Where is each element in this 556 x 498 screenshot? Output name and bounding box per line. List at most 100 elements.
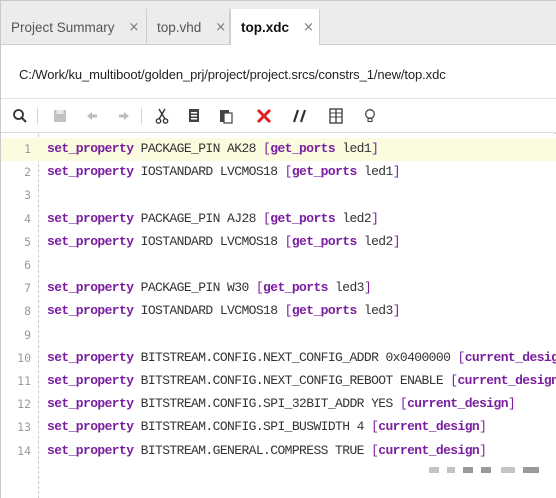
tab-label: top.vhd (157, 19, 202, 35)
tcl-command: get_ports (263, 280, 328, 296)
tab-top-vhd[interactable]: top.vhd × (147, 9, 230, 45)
code-text: set_property BITSTREAM.CONFIG.SPI_BUSWID… (47, 419, 487, 435)
code-text: set_property IOSTANDARD LVCMOS18 [get_po… (47, 233, 401, 249)
keyword: set_property (47, 373, 134, 388)
code-line[interactable]: 4 set_property PACKAGE_PIN AJ28 [get_port… (1, 208, 556, 231)
code-text: set_property PACKAGE_PIN W30 [get_ports … (47, 280, 372, 296)
close-icon[interactable]: × (215, 20, 226, 35)
bracket-close: ] (479, 442, 487, 458)
keyword: set_property (47, 210, 134, 226)
line-number: 14 (17, 443, 31, 458)
editor-window: Project Summary × top.vhd × top.xdc × C:… (0, 0, 556, 498)
code-args: BITSTREAM.CONFIG.SPI_32BIT_ADDR YES (133, 396, 400, 412)
line-number: 6 (24, 258, 31, 272)
line-number: 12 (17, 397, 31, 412)
command-arg: led3 (356, 303, 393, 319)
command-arg: led1 (335, 141, 372, 156)
bracket-close: ] (392, 164, 401, 180)
code-line[interactable]: 8 set_property IOSTANDARD LVCMOS18 [get_p… (1, 300, 556, 323)
code-args: IOSTANDARD LVCMOS18 (133, 233, 285, 249)
tcl-command: current_design (378, 419, 480, 435)
close-icon[interactable]: × (129, 20, 140, 35)
bracket-close: ] (479, 419, 487, 435)
code-text: set_property IOSTANDARD LVCMOS18 [get_po… (47, 164, 401, 180)
redo-icon[interactable] (113, 105, 135, 127)
bracket-close: ] (363, 280, 372, 296)
code-args: BITSTREAM.CONFIG.NEXT_CONFIG_REBOOT ENAB… (133, 373, 451, 388)
keyword: set_property (47, 141, 134, 156)
file-path: C:/Work/ku_multiboot/golden_prj/project/… (19, 67, 446, 82)
code-line[interactable]: 1 set_property PACKAGE_PIN AK28 [get_port… (1, 138, 556, 161)
code-text: set_property BITSTREAM.CONFIG.NEXT_CONFI… (47, 350, 556, 365)
keyword: set_property (47, 442, 134, 458)
tcl-command: get_ports (270, 141, 336, 156)
code-line[interactable]: 7 set_property PACKAGE_PIN W30 [get_ports… (1, 277, 556, 300)
code-args: IOSTANDARD LVCMOS18 (133, 303, 285, 319)
tab-bar: Project Summary × top.vhd × top.xdc × (1, 1, 556, 46)
undo-icon[interactable] (81, 105, 103, 127)
tcl-command: get_ports (291, 303, 357, 319)
cut-icon[interactable] (151, 105, 173, 127)
code-args: PACKAGE_PIN AJ28 (133, 210, 264, 226)
keyword: set_property (47, 396, 134, 412)
code-line[interactable]: 2 set_property IOSTANDARD LVCMOS18 [get_p… (1, 161, 556, 184)
search-icon[interactable] (9, 105, 31, 127)
code-text: set_property IOSTANDARD LVCMOS18 [get_po… (47, 303, 401, 319)
tcl-command: current_design (407, 396, 508, 412)
line-number: 10 (17, 350, 31, 365)
bracket-close: ] (392, 303, 401, 319)
paste-icon[interactable] (215, 105, 237, 127)
code-args: PACKAGE_PIN W30 (133, 280, 256, 296)
bracket-open: [ (284, 303, 293, 319)
code-editor[interactable]: 1 set_property PACKAGE_PIN AK28 [get_port… (1, 134, 556, 498)
code-line[interactable]: 11 set_property BITSTREAM.CONFIG.NEXT_CON… (1, 370, 556, 393)
code-line[interactable]: 6 (1, 254, 556, 277)
delete-icon[interactable] (253, 105, 275, 127)
code-line[interactable]: 12 set_property BITSTREAM.CONFIG.SPI_32BI… (1, 393, 556, 416)
comment-icon[interactable] (289, 105, 311, 127)
keyword: set_property (47, 303, 134, 319)
tab-label: Project Summary (11, 19, 115, 35)
command-arg: led3 (327, 280, 364, 296)
watermark (429, 463, 549, 477)
save-icon[interactable] (49, 105, 71, 127)
code-line[interactable]: 5 set_property IOSTANDARD LVCMOS18 [get_p… (1, 231, 556, 254)
bracket-open: [ (284, 233, 293, 249)
code-line[interactable]: 9 (1, 324, 556, 347)
tcl-command: current_design (464, 349, 556, 365)
tab-top-xdc[interactable]: top.xdc × (230, 9, 320, 46)
line-number: 2 (24, 165, 31, 180)
editor-toolbar (1, 99, 556, 133)
bracket-close: ] (507, 396, 516, 412)
keyword: set_property (47, 233, 134, 249)
code-args: BITSTREAM.CONFIG.SPI_BUSWIDTH 4 (133, 419, 372, 435)
tab-label: top.xdc (241, 20, 290, 35)
code-text: set_property PACKAGE_PIN AK28 [get_ports… (47, 141, 379, 156)
column-icon[interactable] (325, 105, 347, 127)
command-arg: led2 (335, 210, 372, 226)
bracket-open: [ (255, 280, 264, 296)
tcl-command: current_design (457, 373, 556, 388)
code-text: set_property BITSTREAM.CONFIG.NEXT_CONFI… (47, 373, 556, 388)
tab-project-summary[interactable]: Project Summary × (1, 9, 147, 45)
close-icon[interactable]: × (303, 20, 314, 35)
code-line[interactable]: 13 set_property BITSTREAM.CONFIG.SPI_BUSW… (1, 416, 556, 439)
bracket-open: [ (284, 164, 293, 180)
bracket-close: ] (392, 233, 401, 249)
line-number: 8 (24, 304, 31, 319)
code-text: set_property BITSTREAM.GENERAL.COMPRESS … (47, 442, 487, 458)
tcl-command: get_ports (270, 210, 336, 226)
keyword: set_property (47, 164, 134, 180)
bracket-open: [ (457, 349, 465, 365)
tcl-command: get_ports (291, 164, 357, 180)
code-args: BITSTREAM.GENERAL.COMPRESS TRUE (133, 442, 372, 458)
bracket-open: [ (399, 396, 408, 412)
code-line[interactable]: 14 set_property BITSTREAM.GENERAL.COMPRES… (1, 440, 556, 463)
code-line[interactable]: 3 (1, 184, 556, 207)
copy-icon[interactable] (183, 105, 205, 127)
code-line[interactable]: 10 set_property BITSTREAM.CONFIG.NEXT_CON… (1, 347, 556, 370)
bulb-icon[interactable] (359, 105, 381, 127)
command-arg: led2 (356, 233, 393, 249)
line-number: 1 (24, 142, 31, 156)
code-args: IOSTANDARD LVCMOS18 (133, 164, 285, 180)
